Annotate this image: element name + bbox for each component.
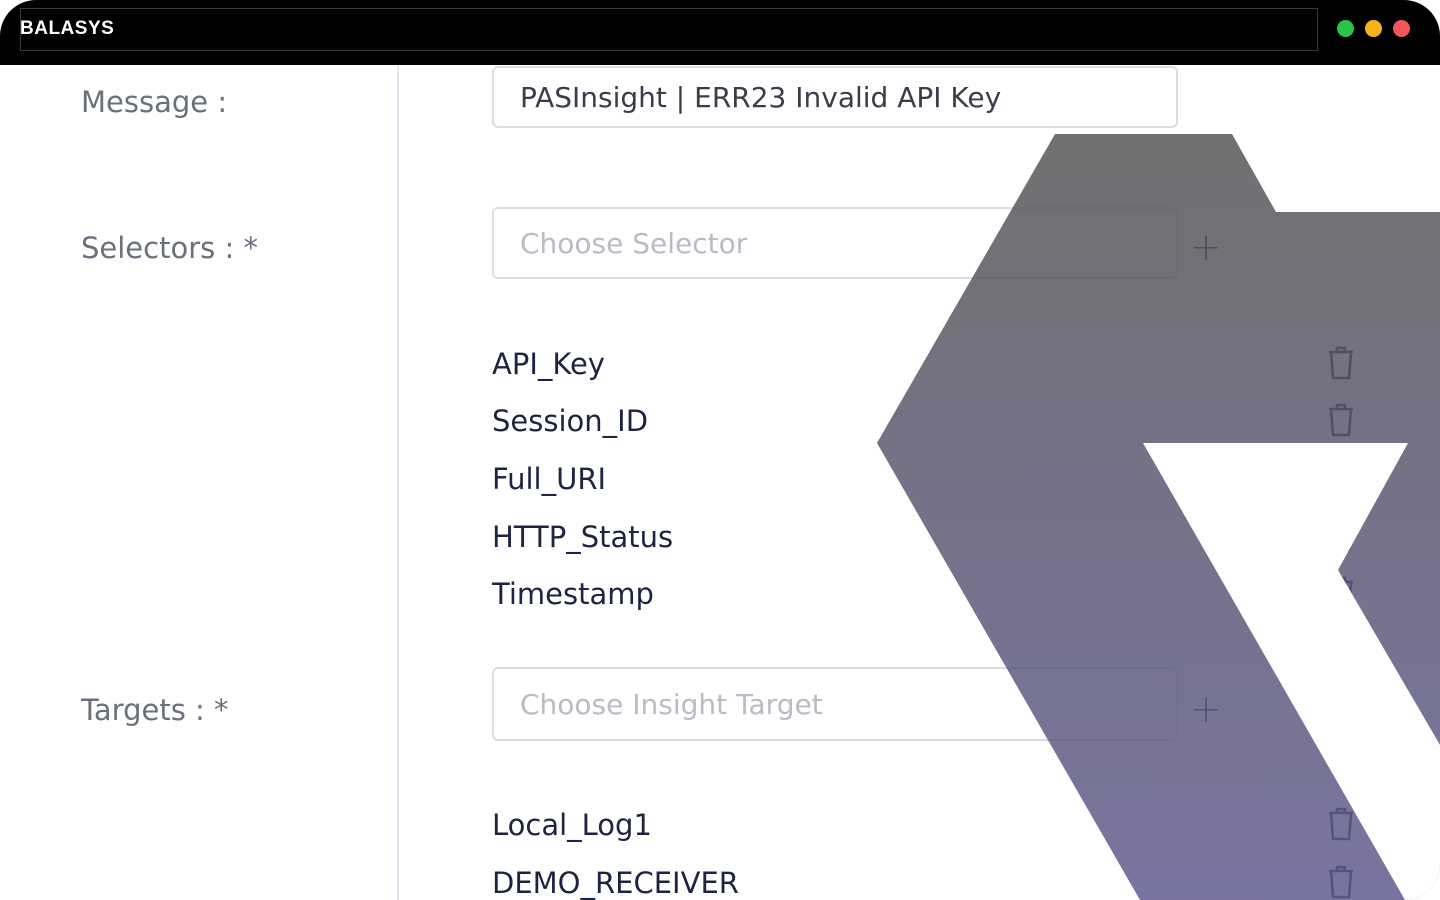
message-input-value: PASInsight | ERR23 Invalid API Key [520,80,1002,114]
add-selector-button[interactable]: + [1190,228,1222,266]
selector-dropdown-placeholder: Choose Selector [520,226,748,260]
delete-selector-trash-icon[interactable] [1326,518,1356,552]
insight-form: Message : PASInsight | ERR23 Invalid API… [0,65,1440,900]
maximize-window-button[interactable] [1337,20,1354,37]
delete-target-trash-icon[interactable] [1326,807,1356,841]
selector-dropdown[interactable]: Choose Selector [492,207,1178,279]
column-divider [397,65,399,900]
app-title: BALASYS [20,18,115,39]
selectors-label: Selectors : * [81,231,258,265]
delete-selector-trash-icon[interactable] [1326,403,1356,437]
selector-item: Timestamp [492,577,654,611]
delete-target-trash-icon[interactable] [1326,865,1356,899]
delete-selector-trash-icon[interactable] [1326,346,1356,380]
selector-item: Session_ID [492,404,649,438]
app-window: BALASYS Message : PASInsight | ERR23 Inv… [0,0,1440,900]
target-dropdown[interactable]: Choose Insight Target [492,667,1178,741]
target-item: Local_Log1 [492,808,652,842]
title-bar-frame [20,8,1318,51]
delete-selector-trash-icon[interactable] [1326,576,1356,610]
title-bar: BALASYS [0,0,1440,65]
target-item: DEMO_RECEIVER [492,866,739,900]
add-target-button[interactable]: + [1190,690,1222,728]
close-window-button[interactable] [1393,20,1410,37]
selector-item: API_Key [492,347,605,381]
message-input[interactable]: PASInsight | ERR23 Invalid API Key [492,66,1178,128]
message-label: Message : [81,85,228,119]
minimize-window-button[interactable] [1365,20,1382,37]
selector-item: Full_URI [492,462,607,496]
selector-item: HTTP_Status [492,520,674,554]
target-dropdown-placeholder: Choose Insight Target [520,687,823,721]
delete-selector-trash-icon[interactable] [1326,461,1356,495]
targets-label: Targets : * [81,693,229,727]
